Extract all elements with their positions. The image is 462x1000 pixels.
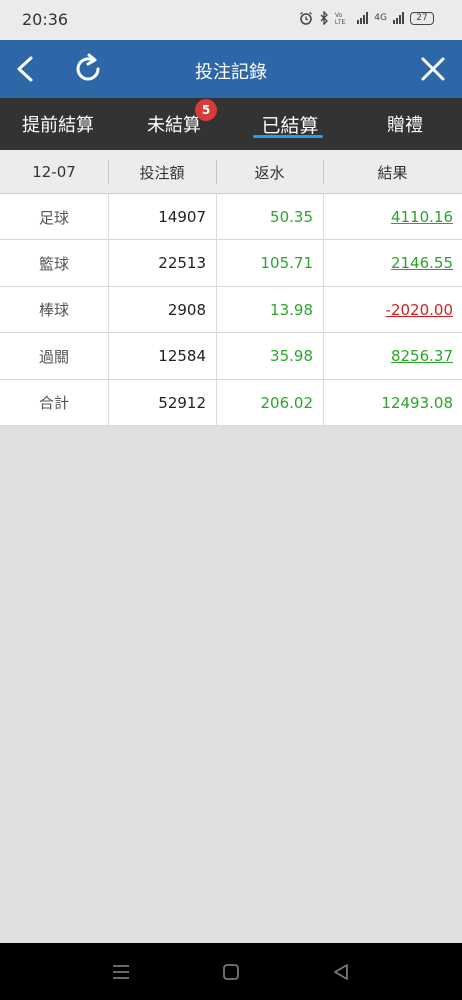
home-square-icon[interactable] [218, 959, 244, 985]
sport-cell: 籃球 [38, 254, 69, 273]
alarm-icon [300, 11, 313, 25]
total-result: 12493.08 [381, 393, 453, 412]
tab-gifts[interactable]: 贈禮 [348, 98, 462, 150]
rebate-cell: 50.35 [270, 208, 313, 226]
total-stake: 52912 [158, 393, 206, 412]
tab-label: 贈禮 [387, 115, 423, 136]
svg-text:LTE: LTE [335, 20, 346, 25]
sport-cell: 棒球 [38, 301, 69, 320]
tab-unsettled[interactable]: 未結算 5 [116, 98, 232, 150]
total-result-cell: 12493.08 [323, 380, 462, 426]
menu-icon[interactable] [108, 959, 134, 985]
svg-text:Vo: Vo [335, 13, 343, 19]
result-link[interactable]: 4110.16 [391, 208, 453, 226]
table-row: 過關 12584 35.98 8256.37 [0, 333, 462, 380]
rebate-cell: 35.98 [270, 347, 313, 366]
column-header-date: 12-07 [32, 163, 76, 181]
battery-icon: 27 [410, 11, 434, 25]
total-row: 合計 52912 206.02 12493.08 [0, 379, 462, 426]
column-header-rebate: 返水 [254, 163, 285, 182]
table-row: 足球 14907 50.35 4110.16 [0, 194, 462, 241]
stake-cell: 14907 [158, 208, 206, 226]
table-header: 12-07 投注額 返水 結果 [0, 150, 462, 194]
tab-label: 未結算 5 [147, 99, 217, 137]
signal-icon-2 [393, 12, 404, 24]
system-nav-bar [0, 943, 462, 1000]
result-cell: 2146.55 [323, 240, 462, 286]
rebate-cell: 13.98 [270, 300, 313, 319]
stake-cell: 12584 [158, 347, 206, 366]
stake-cell: 22513 [158, 254, 206, 273]
back-triangle-icon[interactable] [328, 959, 354, 985]
column-header-result: 結果 [377, 163, 408, 182]
tab-bar: 提前結算 未結算 5 已結算 贈禮 [0, 98, 462, 150]
total-rebate: 206.02 [260, 393, 314, 412]
table-row: 棒球 2908 13.98 -2020.00 [0, 286, 462, 334]
status-icons: Vo LTE 4G 27 [299, 11, 434, 25]
active-tab-indicator [253, 135, 323, 138]
tab-label: 提前結算 [22, 115, 94, 136]
unsettled-count-badge: 5 [195, 99, 217, 121]
result-link[interactable]: 2146.55 [391, 254, 453, 272]
app-header: 投注記錄 [0, 40, 462, 98]
status-bar: 20:36 Vo LTE 4G 27 [0, 0, 462, 40]
results-table: 足球 14907 50.35 4110.16 籃球 22513 105.71 2… [0, 194, 462, 426]
network-type: 4G [374, 13, 387, 23]
sport-cell: 過關 [38, 347, 69, 366]
column-header-stake: 投注額 [139, 163, 185, 182]
battery-level: 27 [416, 12, 428, 23]
table-row: 籃球 22513 105.71 2146.55 [0, 240, 462, 287]
result-link[interactable]: 8256.37 [391, 347, 453, 365]
result-cell: 8256.37 [323, 333, 462, 379]
result-cell: -2020.00 [323, 287, 462, 333]
volte-icon: VoLTE [335, 13, 346, 25]
tab-label: 已結算 [261, 114, 319, 137]
signal-icon [357, 12, 369, 24]
bluetooth-icon [320, 11, 329, 25]
tab-early-settlement[interactable]: 提前結算 [0, 98, 116, 150]
result-cell: 4110.16 [323, 194, 462, 240]
close-icon[interactable] [418, 54, 448, 84]
status-time: 20:36 [22, 10, 69, 29]
sport-cell: 足球 [38, 208, 69, 227]
result-link[interactable]: -2020.00 [386, 301, 453, 319]
stake-cell: 2908 [167, 300, 206, 319]
tab-settled[interactable]: 已結算 [232, 98, 348, 150]
total-label: 合計 [38, 394, 69, 413]
page-title: 投注記錄 [195, 62, 267, 83]
rebate-cell: 105.71 [260, 254, 314, 273]
